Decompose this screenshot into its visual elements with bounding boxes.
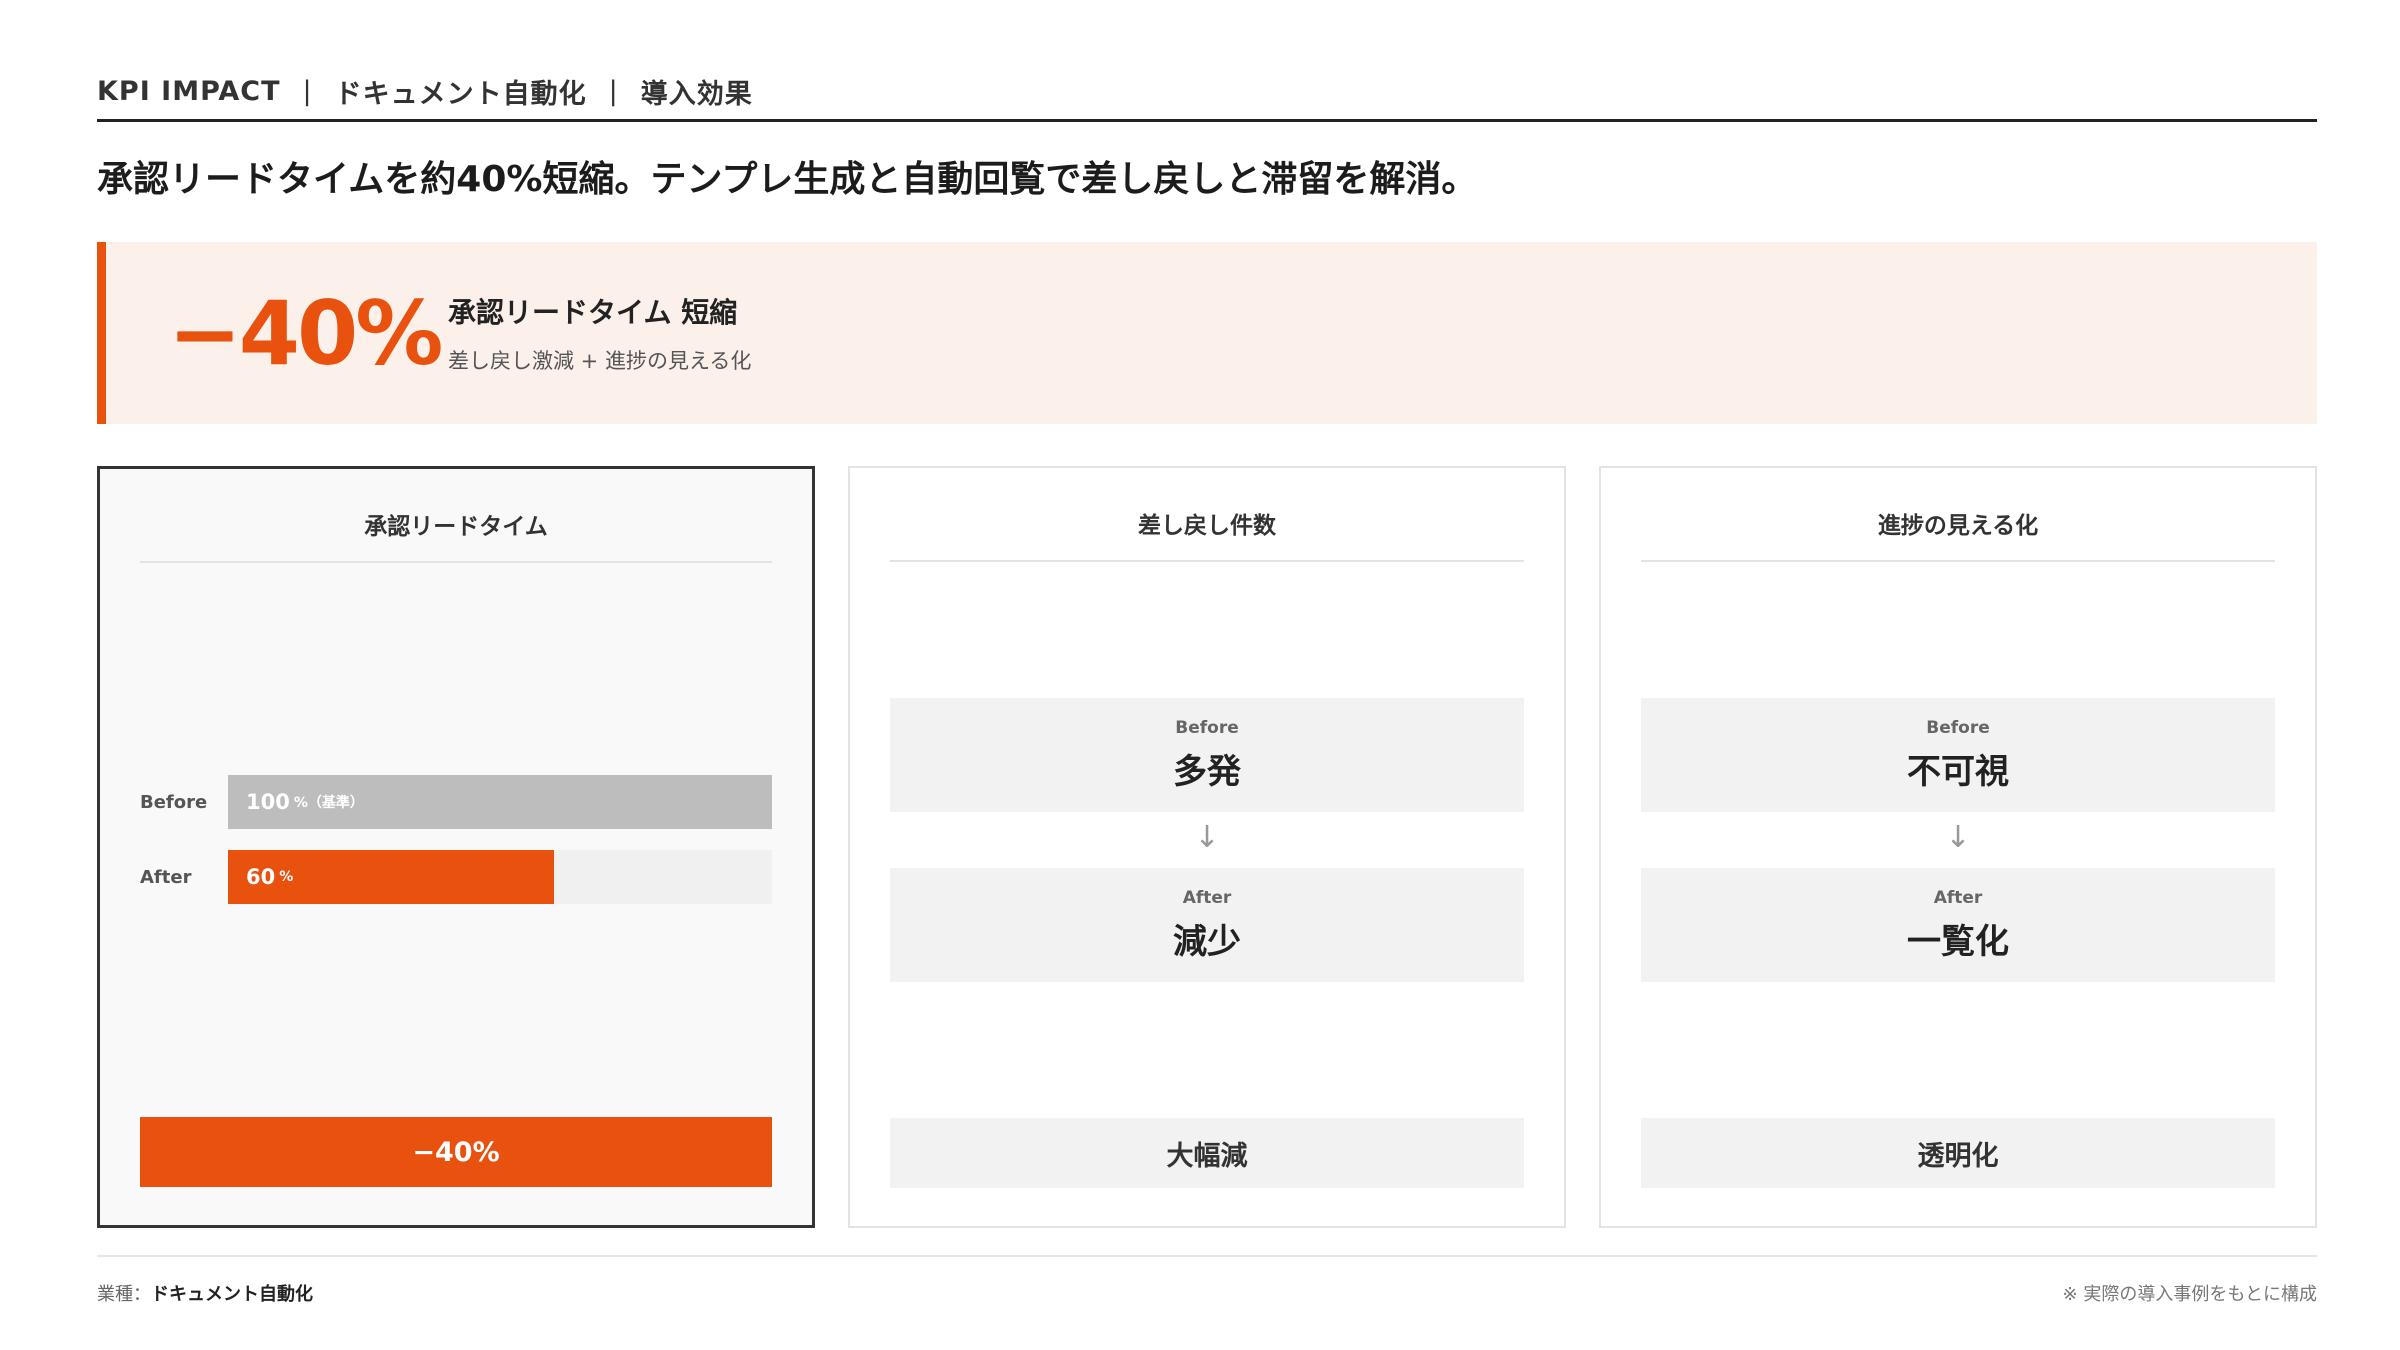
breadcrumb-separator: | <box>608 76 619 107</box>
hero-banner: −40% 承認リードタイム 短縮 差し戻し激減 + 進捗の見える化 <box>97 242 2317 424</box>
arrow-down-icon: ↓ <box>1194 820 1220 855</box>
industry-label: 業種： <box>97 1284 151 1305</box>
arrow-down-icon: ↓ <box>1945 820 1971 855</box>
footer-industry: 業種：ドキュメント自動化 <box>97 1280 313 1306</box>
before-box: Before 多発 <box>890 698 1524 812</box>
bar-fill-after: 60% <box>228 850 555 904</box>
hero-value: −40% <box>168 281 443 385</box>
hero-subtitle: 差し戻し激減 + 進捗の見える化 <box>448 349 752 373</box>
bar-unit: %（基準） <box>293 795 364 811</box>
bar-label: Before <box>140 791 208 813</box>
bar-track: 100 %（基準） <box>228 775 772 829</box>
after-label: After <box>1182 888 1232 908</box>
bar-row-before: Before 100 %（基準） <box>140 775 772 829</box>
bar-label: After <box>140 866 192 888</box>
after-box: After 減少 <box>890 868 1524 982</box>
industry-value: ドキュメント自動化 <box>151 1284 313 1305</box>
card-title: 進捗の見える化 <box>1641 506 2275 562</box>
after-value: 減少 <box>1173 922 1241 962</box>
breadcrumb-item-effect: 導入効果 <box>640 79 753 110</box>
card-remand[interactable]: 差し戻し件数 Before 多発 ↓ After 減少 大幅減 <box>848 466 1566 1228</box>
hero-title: 承認リードタイム 短縮 <box>448 296 738 329</box>
breadcrumb-item-domain: ドキュメント自動化 <box>334 79 587 110</box>
before-value: 不可視 <box>1907 752 2009 792</box>
footer-note: ※ 実際の導入事例をもとに構成 <box>2062 1284 2317 1305</box>
card-leadtime[interactable]: 承認リードタイム Before 100 %（基準） After 60% −40% <box>97 466 815 1228</box>
bar-track: 60% <box>228 850 772 904</box>
card-visibility[interactable]: 進捗の見える化 Before 不可視 ↓ After 一覧化 透明化 <box>1599 466 2317 1228</box>
breadcrumb: KPI IMPACT | ドキュメント自動化 | 導入効果 <box>97 72 2317 111</box>
bar-unit: % <box>279 869 294 885</box>
result-badge: 大幅減 <box>890 1118 1524 1188</box>
bar-value: 100 <box>246 790 290 814</box>
breadcrumb-item-kpi: KPI IMPACT <box>97 76 281 107</box>
before-value: 多発 <box>1173 752 1241 792</box>
after-label: After <box>1933 888 1983 908</box>
card-title: 承認リードタイム <box>140 507 772 563</box>
bar-row-after: After 60% <box>140 850 772 904</box>
result-badge: −40% <box>140 1117 772 1187</box>
after-value: 一覧化 <box>1907 922 2009 962</box>
after-box: After 一覧化 <box>1641 868 2275 982</box>
before-label: Before <box>1926 718 1990 738</box>
hero-text: 承認リードタイム 短縮 差し戻し激減 + 進捗の見える化 <box>448 291 751 375</box>
breadcrumb-separator: | <box>302 76 313 107</box>
footer-divider <box>97 1255 2317 1257</box>
bar-value: 60 <box>246 865 276 889</box>
page-headline: 承認リードタイムを約40%短縮。テンプレ生成と自動回覧で差し戻しと滞留を解消。 <box>97 159 1478 200</box>
bar-fill-before: 100 %（基準） <box>228 775 772 829</box>
header: KPI IMPACT | ドキュメント自動化 | 導入効果 <box>97 72 2317 122</box>
before-box: Before 不可視 <box>1641 698 2275 812</box>
before-label: Before <box>1175 718 1239 738</box>
result-badge: 透明化 <box>1641 1118 2275 1188</box>
card-title: 差し戻し件数 <box>890 506 1524 562</box>
